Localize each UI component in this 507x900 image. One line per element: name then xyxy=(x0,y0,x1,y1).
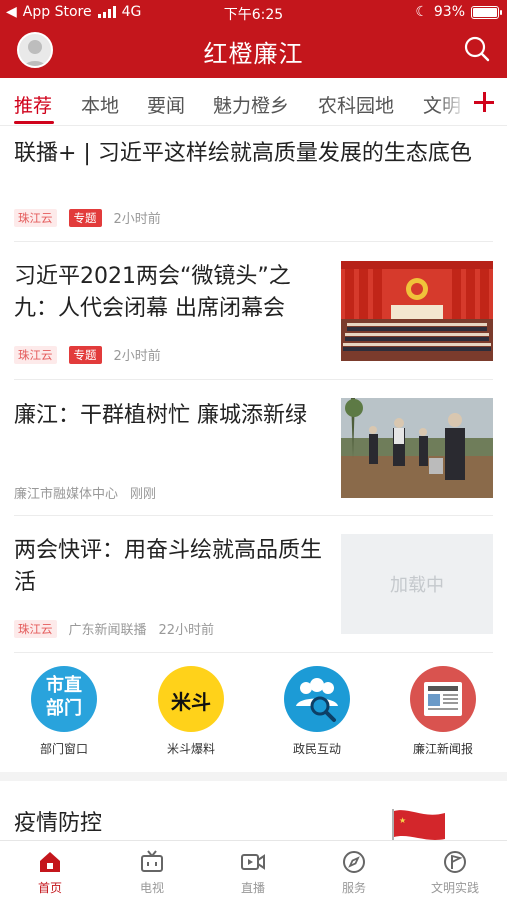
news-meta: 珠江云 专题 2小时前 xyxy=(14,345,161,364)
news-meta: 珠江云 广东新闻联播 22小时前 xyxy=(14,619,214,638)
battery-icon xyxy=(471,5,502,19)
news-publisher: 广东新闻联播 xyxy=(68,623,147,638)
loading-text: 加载中 xyxy=(390,575,444,596)
tab-civilization-practice[interactable]: 文明实践 xyxy=(415,849,495,896)
battery-fill xyxy=(473,7,498,17)
tab-label: 文明实践 xyxy=(430,881,479,895)
news-time: 刚刚 xyxy=(130,487,157,502)
quick-link-label: 廉江新闻报 xyxy=(412,742,473,756)
thumbnail-loading-placeholder[interactable]: 加载中 xyxy=(341,534,493,634)
midou-logo-icon: 米斗 xyxy=(158,666,224,732)
topic-tag: 专题 xyxy=(68,345,102,364)
quick-link-newspaper[interactable]: 廉江新闻报 xyxy=(393,666,493,757)
home-icon xyxy=(40,852,60,872)
tab-label: 首页 xyxy=(37,881,62,895)
tab-label: 电视 xyxy=(139,881,164,895)
news-title[interactable]: 两会快评：用奋斗绘就高品质生活 xyxy=(14,535,329,599)
news-meta: 珠江云 专题 2小时前 xyxy=(14,208,161,227)
quick-links: 市直 部门 部门窗口 米斗 米斗爆料 政民互动 廉江新闻报 xyxy=(0,660,507,765)
status-bar: ◀ App Store 4G 下午6:25 ☾ 93% xyxy=(0,0,507,26)
quick-link-dept-window[interactable]: 市直 部门 部门窗口 xyxy=(14,666,114,757)
tab-local[interactable]: 本地 xyxy=(81,91,119,118)
flag-circle-icon xyxy=(444,851,466,873)
source-tag: 珠江云 xyxy=(14,619,57,638)
tab-tv[interactable]: 电视 xyxy=(112,849,192,896)
dept-window-icon: 市直 部门 xyxy=(31,666,97,732)
news-meta: 廉江市融媒体中心 刚刚 xyxy=(14,483,156,502)
section-divider xyxy=(0,772,507,781)
active-tab-indicator xyxy=(14,121,54,124)
news-thumbnail-tree-planting[interactable] xyxy=(341,398,493,498)
tab-agri-garden[interactable]: 农科园地 xyxy=(318,91,394,118)
tab-service[interactable]: 服务 xyxy=(314,849,394,896)
news-time: 2小时前 xyxy=(113,212,161,227)
icon-text-line2: 部门 xyxy=(46,698,82,719)
tab-headlines[interactable]: 要闻 xyxy=(147,91,185,118)
news-title[interactable]: 廉江：干群植树忙 廉城添新绿 xyxy=(14,400,329,432)
app-header: 红橙廉江 xyxy=(0,26,507,78)
search-icon[interactable] xyxy=(463,35,491,63)
tv-icon xyxy=(141,850,163,872)
tab-label: 服务 xyxy=(341,881,366,895)
section-title: 疫情防控 xyxy=(14,811,103,836)
live-video-icon xyxy=(241,854,265,870)
news-title[interactable]: 习近平2021两会“微镜头”之九：人代会闭幕 出席闭幕会 xyxy=(14,261,329,325)
news-time: 2小时前 xyxy=(113,349,161,364)
news-item[interactable]: 廉江：干群植树忙 廉城添新绿 廉江市融媒体中心 刚刚 xyxy=(14,381,493,516)
bottom-tab-bar: 首页 电视 直播 服务 文明实践 xyxy=(0,840,507,900)
tab-live[interactable]: 直播 xyxy=(213,849,293,896)
newspaper-icon xyxy=(410,666,476,732)
quick-link-label: 部门窗口 xyxy=(39,742,88,756)
tab-recommend[interactable]: 推荐 xyxy=(14,91,52,118)
source-tag: 珠江云 xyxy=(14,345,57,364)
quick-link-midou[interactable]: 米斗 米斗爆料 xyxy=(141,666,241,757)
news-item[interactable]: 联播+ | 习近平这样绘就高质量发展的生态底色 珠江云 专题 2小时前 xyxy=(14,126,493,242)
icon-text: 米斗 xyxy=(171,690,211,714)
news-title[interactable]: 联播+ | 习近平这样绘就高质量发展的生态底色 xyxy=(14,138,493,170)
tab-home[interactable]: 首页 xyxy=(10,849,90,896)
svg-text:★: ★ xyxy=(399,816,406,825)
news-item[interactable]: 两会快评：用奋斗绘就高品质生活 珠江云 广东新闻联播 22小时前 加载中 xyxy=(14,517,493,653)
moon-icon: ☾ xyxy=(415,4,428,20)
app-title: 红橙廉江 xyxy=(203,40,304,68)
top-bar: ◀ App Store 4G 下午6:25 ☾ 93% 红橙廉江 xyxy=(0,0,507,78)
flag-decoration-icon: ★ xyxy=(385,805,455,845)
news-item[interactable]: 习近平2021两会“微镜头”之九：人代会闭幕 出席闭幕会 珠江云 专题 2小时前 xyxy=(14,243,493,380)
compass-icon xyxy=(343,851,365,873)
quick-link-interaction[interactable]: 政民互动 xyxy=(267,666,367,757)
battery-percent: 93% xyxy=(433,4,465,20)
icon-text-line1: 市直 xyxy=(46,675,82,696)
news-source: 廉江市融媒体中心 xyxy=(14,487,119,502)
people-search-icon xyxy=(284,666,350,732)
channel-tabs: 推荐 本地 要闻 魅力橙乡 农科园地 文明 xyxy=(0,78,507,126)
add-channel-button[interactable] xyxy=(463,78,507,125)
topic-tag: 专题 xyxy=(68,208,102,227)
tab-charm-town[interactable]: 魅力橙乡 xyxy=(213,91,289,118)
tab-label: 直播 xyxy=(240,881,265,895)
quick-link-label: 米斗爆料 xyxy=(166,742,215,756)
source-tag: 珠江云 xyxy=(14,208,57,227)
news-thumbnail-hall[interactable] xyxy=(341,261,493,361)
quick-link-label: 政民互动 xyxy=(292,742,341,756)
news-time: 22小时前 xyxy=(158,623,215,638)
